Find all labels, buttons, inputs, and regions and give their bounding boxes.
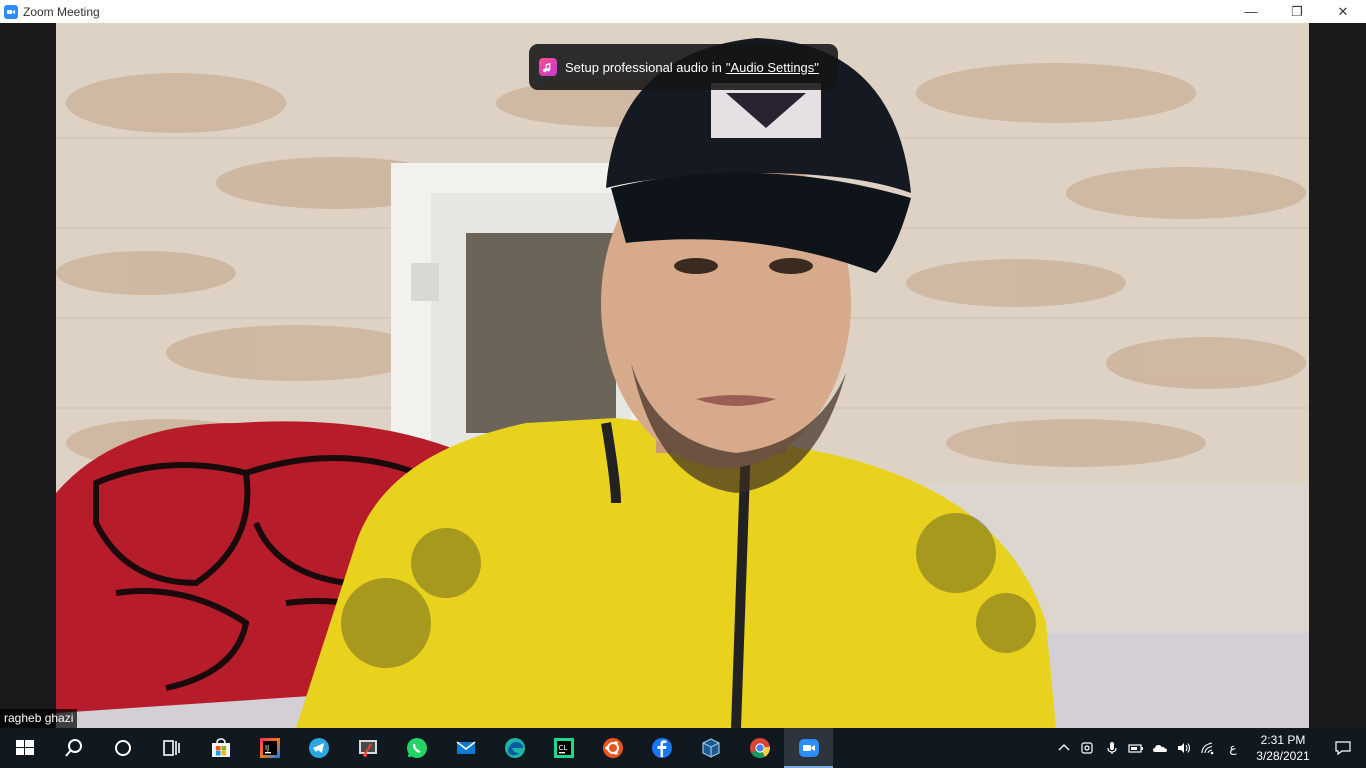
minimize-button[interactable]: — <box>1228 0 1274 23</box>
close-button[interactable]: ✕ <box>1320 0 1366 23</box>
taskbar-chrome[interactable] <box>735 728 784 768</box>
search-button[interactable] <box>49 728 98 768</box>
participant-video[interactable] <box>56 23 1309 728</box>
toast-message: Setup professional audio in "Audio Settin… <box>565 60 819 75</box>
camera-icon <box>1081 742 1093 754</box>
intellij-icon: IJ <box>259 738 280 758</box>
window-title: Zoom Meeting <box>23 4 100 19</box>
taskbar-virtualbox[interactable] <box>686 728 735 768</box>
taskbar-edge[interactable] <box>490 728 539 768</box>
tray-onedrive[interactable] <box>1148 728 1172 768</box>
wifi-icon <box>1201 742 1214 755</box>
svg-text:IJ: IJ <box>265 744 269 752</box>
taskbar-telegram[interactable] <box>294 728 343 768</box>
tray-volume[interactable] <box>1172 728 1196 768</box>
audio-settings-link[interactable]: "Audio Settings" <box>726 60 819 75</box>
ubuntu-icon <box>602 738 623 758</box>
notification-icon <box>1335 741 1351 756</box>
taskbar-intellij-idea[interactable]: IJ <box>245 728 294 768</box>
microphone-icon <box>1107 742 1117 754</box>
circle-icon <box>114 740 131 756</box>
taskbar-facebook[interactable] <box>637 728 686 768</box>
battery-icon <box>1128 744 1143 753</box>
windows-taskbar: IJ CL ع 2:31 PM 3/28/2021 <box>0 728 1366 768</box>
tray-microphone[interactable] <box>1100 728 1124 768</box>
virtualbox-icon <box>701 738 720 758</box>
system-tray: ع 2:31 PM 3/28/2021 <box>1052 728 1366 768</box>
start-button[interactable] <box>0 728 49 768</box>
tray-battery[interactable] <box>1124 728 1148 768</box>
title-bar: Zoom Meeting — ❐ ✕ <box>0 0 1366 23</box>
music-note-icon <box>539 58 557 76</box>
zoom-icon <box>798 739 819 757</box>
snip-icon <box>358 740 377 757</box>
clock-date: 3/28/2021 <box>1256 749 1310 763</box>
tray-wifi[interactable] <box>1196 728 1220 768</box>
facebook-icon <box>651 738 672 758</box>
taskbar-clock[interactable]: 2:31 PM 3/28/2021 <box>1246 732 1320 764</box>
clion-icon: CL <box>553 738 574 758</box>
mail-icon <box>456 741 475 754</box>
tray-camera[interactable] <box>1076 728 1100 768</box>
participant-name-tag: ragheb ghazi <box>0 709 78 728</box>
taskbar-ubuntu[interactable] <box>588 728 637 768</box>
show-hidden-icons-button[interactable] <box>1052 728 1076 768</box>
speaker-icon <box>1178 743 1191 753</box>
taskbar-zoom[interactable] <box>784 728 833 768</box>
task-view-button[interactable] <box>147 728 196 768</box>
task-view-icon <box>162 740 180 756</box>
chevron-up-icon <box>1058 744 1070 751</box>
taskbar-whatsapp[interactable] <box>392 728 441 768</box>
whatsapp-icon <box>406 738 427 758</box>
taskbar-microsoft-store[interactable] <box>196 728 245 768</box>
zoom-app-icon <box>4 4 18 19</box>
search-icon <box>64 739 82 757</box>
telegram-icon <box>308 738 329 758</box>
input-language-indicator[interactable]: ع <box>1220 741 1246 755</box>
cloud-icon <box>1153 745 1167 752</box>
audio-settings-toast: Setup professional audio in "Audio Settin… <box>529 44 838 90</box>
taskbar-mail[interactable] <box>441 728 490 768</box>
meeting-stage: Setup professional audio in "Audio Settin… <box>0 23 1366 728</box>
taskbar-clion[interactable]: CL <box>539 728 588 768</box>
action-center-button[interactable] <box>1320 728 1366 768</box>
clock-time: 2:31 PM <box>1260 733 1306 747</box>
store-icon <box>211 738 230 757</box>
video-frame-illustration <box>56 23 1309 728</box>
chrome-icon <box>749 738 770 758</box>
windows-logo-icon <box>15 740 34 755</box>
svg-text:CL: CL <box>558 744 567 752</box>
taskbar-snipping-tool[interactable] <box>343 728 392 768</box>
edge-icon <box>504 738 525 758</box>
cortana-button[interactable] <box>98 728 147 768</box>
toast-text: Setup professional audio in <box>565 59 722 75</box>
restore-button[interactable]: ❐ <box>1274 0 1320 23</box>
